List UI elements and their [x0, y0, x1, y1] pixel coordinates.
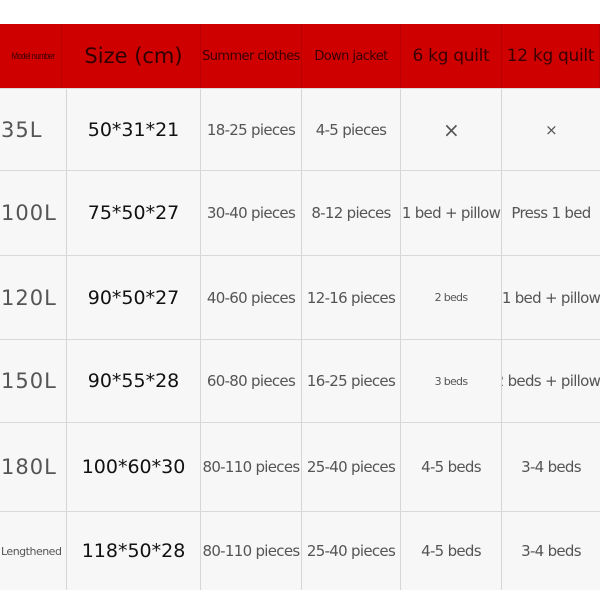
header-down-jacket: Down jacket [302, 24, 401, 88]
cell-12kg-quilt: × [545, 120, 558, 139]
cell-12kg-quilt: 3-4 beds [521, 542, 581, 560]
cell-6kg-quilt: 4-5 beds [401, 512, 502, 590]
cell-model: 150L [0, 340, 67, 422]
cell-size: 100*60*30 [67, 423, 201, 511]
cell-down-jacket: 12-16 pieces [302, 256, 401, 339]
cell-6kg-quilt: 2 beds [401, 256, 502, 339]
table-row: 100L 75*50*27 30-40 pieces 8-12 pieces 1… [0, 170, 600, 255]
cell-summer-clothes: 80-110 pieces [201, 512, 302, 590]
cell-12kg-quilt: 3-4 beds [521, 458, 581, 476]
cell-model: 100L [0, 171, 67, 255]
cell-down-jacket: 16-25 pieces [302, 340, 401, 422]
cell-size: 118*50*28 [67, 512, 201, 590]
header-6kg-quilt: 6 kg quilt [401, 24, 502, 88]
cell-size: 90*50*27 [67, 256, 201, 339]
table-row: 150L 90*55*28 60-80 pieces 16-25 pieces … [0, 339, 600, 422]
cell-size: 50*31*21 [67, 89, 201, 170]
cell-summer-clothes: 40-60 pieces [201, 256, 302, 339]
header-summer-clothes: Summer clothes [201, 24, 302, 88]
cell-down-jacket: 4-5 pieces [302, 89, 401, 170]
cell-model: Lengthened [0, 512, 67, 590]
cell-summer-clothes: 30-40 pieces [201, 171, 302, 255]
cell-summer-clothes: 18-25 pieces [201, 89, 302, 170]
cell-size: 90*55*28 [67, 340, 201, 422]
cell-model: 180L [0, 423, 67, 511]
cell-summer-clothes: 60-80 pieces [201, 340, 302, 422]
table-row: 180L 100*60*30 80-110 pieces 25-40 piece… [0, 422, 600, 511]
cell-6kg-quilt: 3 beds [401, 340, 502, 422]
cell-down-jacket: 25-40 pieces [302, 423, 401, 511]
cell-down-jacket: 8-12 pieces [302, 171, 401, 255]
table-row: 35L 50*31*21 18-25 pieces 4-5 pieces × × [0, 88, 600, 170]
cell-12kg-quilt: Press 1 bed [511, 204, 591, 222]
cell-summer-clothes: 80-110 pieces [201, 423, 302, 511]
cell-down-jacket: 25-40 pieces [302, 512, 401, 590]
cell-6kg-quilt: 4-5 beds [401, 423, 502, 511]
size-capacity-table: Model number Size (cm) Summer clothes Do… [0, 24, 600, 590]
cell-model: 35L [0, 89, 67, 170]
cell-model: 120L [0, 256, 67, 339]
table-row: Lengthened 118*50*28 80-110 pieces 25-40… [0, 511, 600, 590]
cell-12kg-quilt: 2 beds + pillows [502, 372, 600, 390]
cell-6kg-quilt: 1 bed + pillow [401, 171, 502, 255]
cell-size: 75*50*27 [67, 171, 201, 255]
cell-6kg-quilt: × [401, 89, 502, 170]
table-header: Model number Size (cm) Summer clothes Do… [0, 24, 600, 88]
header-12kg-quilt: 12 kg quilt [502, 24, 600, 88]
header-model-number: Model number [5, 24, 62, 88]
table-row: 120L 90*50*27 40-60 pieces 12-16 pieces … [0, 255, 600, 339]
cell-12kg-quilt: 1 bed + pillow [502, 288, 600, 307]
header-size: Size (cm) [67, 24, 201, 88]
